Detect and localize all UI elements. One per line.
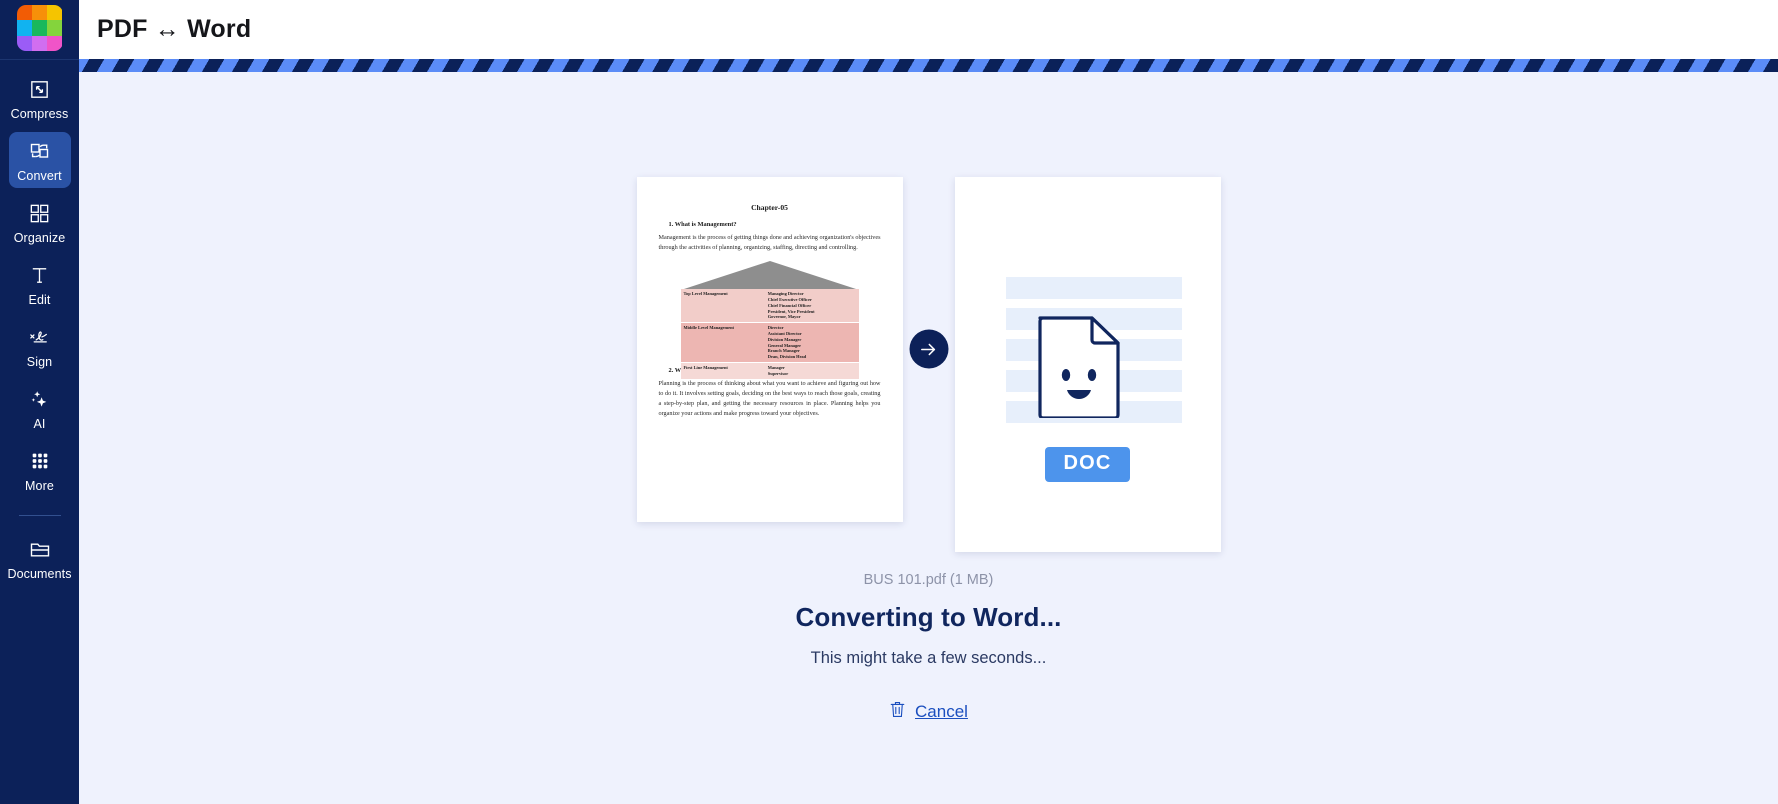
indeterminate-striped-progress <box>79 59 1778 72</box>
pyramid-role-list: Manager Supervisor <box>768 365 856 377</box>
topbar: PDF ↔ Word <box>79 0 1778 59</box>
sidebar: Compress Convert Organize Edit Sign AI M… <box>0 0 79 804</box>
sidebar-item-label: More <box>25 479 54 493</box>
sidebar-item-label: Compress <box>10 107 69 121</box>
pyramid-level-label: Top Level Management <box>683 291 728 297</box>
organize-icon <box>28 200 51 226</box>
sidebar-item-more[interactable]: More <box>9 442 71 498</box>
sidebar-item-documents[interactable]: Documents <box>7 530 72 586</box>
pdf-question-1: 1. What is Management? <box>668 221 737 228</box>
doc-illustration <box>988 247 1188 457</box>
main-content: PDF ↔ Word Chapter-05 1. What is Managem… <box>79 0 1778 804</box>
pyramid-role: Dean, Division Head <box>767 354 807 360</box>
pyramid-role: Supervisor <box>767 370 789 376</box>
folder-icon <box>28 536 52 562</box>
pyramid-role: Governor, Mayor <box>767 314 801 320</box>
edit-icon <box>28 262 51 288</box>
convert-icon <box>28 138 52 164</box>
status-subtitle: This might take a few seconds... <box>810 649 1047 667</box>
sidebar-divider <box>18 515 61 516</box>
pyramid-level-label: First Line Management <box>683 365 728 371</box>
sign-icon <box>27 324 52 350</box>
more-dots-icon <box>29 448 51 474</box>
smiling-page-icon <box>1037 316 1120 418</box>
sidebar-nav: Compress Convert Organize Edit Sign AI M… <box>0 60 79 592</box>
pdf-page-preview[interactable]: Chapter-05 1. What is Management? Manage… <box>636 177 903 522</box>
trash-icon <box>889 700 906 724</box>
pyramid-role-list: Director Assistant Director Division Man… <box>768 325 856 360</box>
pyramid-band-top: Top Level Management Managing Director C… <box>680 289 859 323</box>
cancel-label: Cancel <box>915 702 968 721</box>
pyramid-role-list: Managing Director Chief Executive Office… <box>768 291 856 320</box>
sidebar-item-edit[interactable]: Edit <box>9 256 71 312</box>
preview-cards-row: Chapter-05 1. What is Management? Manage… <box>636 177 1221 552</box>
arrow-right-icon[interactable] <box>909 329 948 369</box>
word-doc-preview[interactable]: DOC <box>954 177 1221 552</box>
sidebar-item-label: Edit <box>28 293 51 307</box>
pyramid-band-bottom: First Line Management Manager Supervisor <box>680 363 859 379</box>
ai-sparkle-icon <box>28 386 52 412</box>
sidebar-item-label: Organize <box>13 231 66 245</box>
app-root: Compress Convert Organize Edit Sign AI M… <box>0 0 1778 804</box>
page-title: PDF ↔ Word <box>97 15 252 43</box>
status-title: Converting to Word... <box>795 602 1062 632</box>
pdf-paragraph-2: Planning is the process of thinking abou… <box>658 380 881 418</box>
source-filename: BUS 101.pdf (1 MB) <box>863 572 994 588</box>
sidebar-item-label: Convert <box>17 169 62 183</box>
cancel-button[interactable]: Cancel <box>889 700 968 724</box>
pdf-heading: Chapter-05 <box>751 203 788 212</box>
pyramid-band-middle: Middle Level Management Director Assista… <box>680 323 859 363</box>
sidebar-item-sign[interactable]: Sign <box>9 318 71 374</box>
pdf-paragraph-1: Management is the process of getting thi… <box>658 234 881 252</box>
pyramid-level-label: Middle Level Management <box>683 325 734 331</box>
management-pyramid-figure: Top Level Management Managing Director C… <box>659 261 881 379</box>
compress-icon <box>28 76 51 102</box>
sidebar-item-label: Documents <box>7 567 72 581</box>
conversion-stage: Chapter-05 1. What is Management? Manage… <box>79 72 1778 804</box>
sidebar-item-convert[interactable]: Convert <box>8 132 71 188</box>
grid-logo[interactable] <box>16 5 63 51</box>
sidebar-item-label: Sign <box>26 355 53 369</box>
sidebar-item-ai[interactable]: AI <box>9 380 71 436</box>
sidebar-item-label: AI <box>33 417 46 431</box>
pyramid-apex <box>683 261 856 290</box>
sidebar-item-compress[interactable]: Compress <box>9 70 71 126</box>
sidebar-item-organize[interactable]: Organize <box>9 194 71 250</box>
